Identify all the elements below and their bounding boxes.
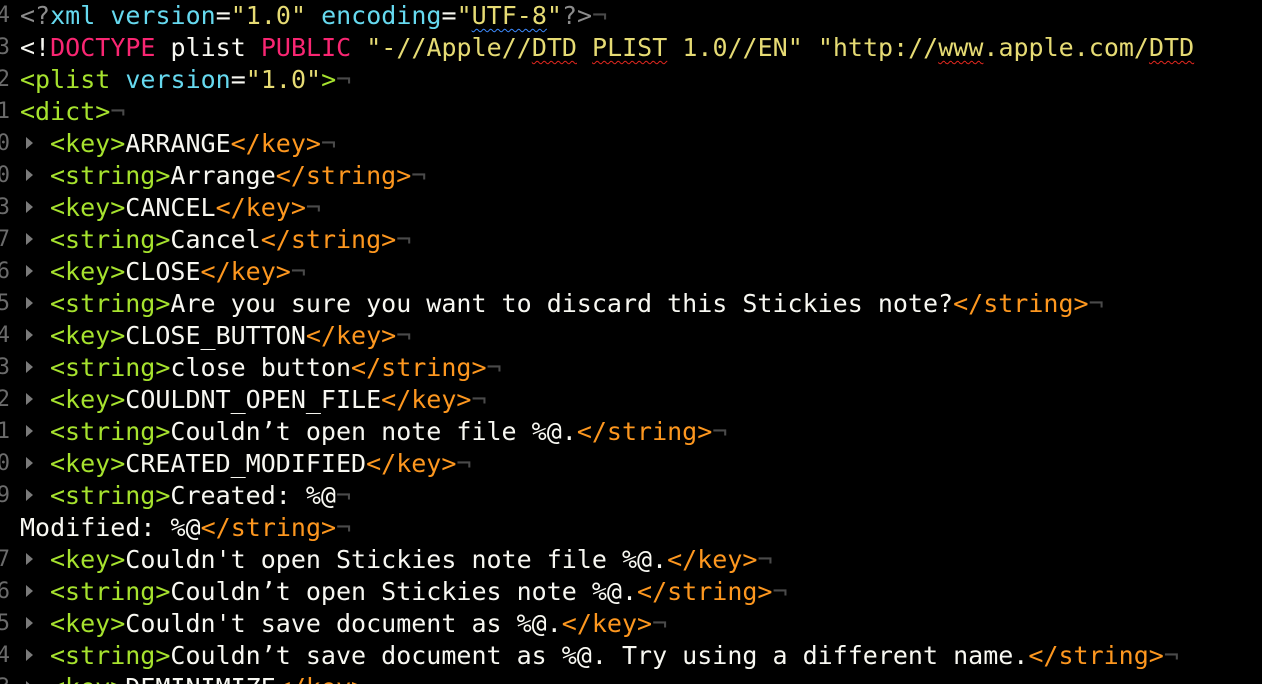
spellcheck-underline: UTF-8 — [471, 1, 547, 30]
fold-arrow-icon[interactable] — [26, 553, 33, 565]
fold-arrow-icon[interactable] — [26, 233, 33, 245]
newline-marker: ¬ — [592, 1, 608, 30]
code-line: 9 <string>Created: %@¬ — [0, 481, 352, 510]
line-number: 3 — [0, 35, 10, 60]
fold-arrow-icon[interactable] — [26, 617, 33, 629]
spellcheck-underline: PLIST — [592, 33, 668, 62]
fold-arrow-icon[interactable] — [26, 649, 33, 661]
code-line: 3 <key>DEMINIMIZE</key> — [0, 672, 366, 684]
code-line: 5 <string>Are you sure you want to disca… — [0, 289, 1104, 318]
spellcheck-underline: DTD — [531, 33, 577, 62]
fold-arrow-icon[interactable] — [26, 297, 33, 309]
code-line: 4 <string>Couldn’t save document as %@. … — [0, 641, 1179, 670]
code-line: 5 <key>Couldn't save document as %@.</ke… — [0, 609, 668, 638]
fold-arrow-icon[interactable] — [26, 169, 33, 181]
code-line: 0 <string>Arrange</string>¬ — [0, 161, 427, 190]
code-line: 1 <string>Couldn’t open note file %@.</s… — [0, 417, 728, 446]
line-number: 1 — [0, 99, 10, 124]
line-number: 4 — [0, 3, 10, 28]
code-line: 3 <string>close button</string>¬ — [0, 353, 502, 382]
fold-arrow-icon[interactable] — [26, 361, 33, 373]
spellcheck-underline: DTD — [1148, 33, 1195, 62]
fold-arrow-icon[interactable] — [26, 265, 33, 277]
line-number: 2 — [0, 67, 10, 92]
fold-arrow-icon[interactable] — [26, 425, 33, 437]
code-line: 7 <string>Cancel</string>¬ — [0, 225, 412, 254]
code-line-2: 3 <!DOCTYPE plist PUBLIC "-//Apple//DTD … — [0, 32, 1194, 64]
fold-arrow-icon[interactable] — [26, 201, 33, 213]
spellcheck-underline: www — [938, 33, 984, 62]
fold-arrow-icon[interactable] — [26, 457, 33, 469]
code-editor[interactable]: 4 <?xml version="1.0" encoding="UTF-8"?>… — [0, 0, 1262, 684]
fold-arrow-icon[interactable] — [26, 489, 33, 501]
code-line-continuation: Modified: %@</string>¬ — [20, 513, 352, 542]
code-line: 6 <string>Couldn’t open Stickies note %@… — [0, 577, 788, 606]
code-line-4: 1 <dict>¬ — [0, 96, 125, 128]
code-line: 0 <key>CREATED_MODIFIED</key>¬ — [0, 449, 472, 478]
fold-arrow-icon[interactable] — [26, 585, 33, 597]
code-line: 7 <key>Couldn't open Stickies note file … — [0, 545, 773, 574]
fold-arrow-icon[interactable] — [26, 137, 33, 149]
code-line: 0 <key>ARRANGE</key>¬ — [0, 129, 336, 158]
fold-arrow-icon[interactable] — [26, 393, 33, 405]
code-line-3: 2 <plist version="1.0">¬ — [0, 64, 351, 96]
code-line: 6 <key>CLOSE</key>¬ — [0, 257, 306, 286]
code-line: 4 <key>CLOSE_BUTTON</key>¬ — [0, 321, 412, 350]
code-line-1: 4 <?xml version="1.0" encoding="UTF-8"?>… — [0, 0, 607, 32]
fold-arrow-icon[interactable] — [26, 329, 33, 341]
code-line: 3 <key>CANCEL</key>¬ — [0, 193, 321, 222]
code-line: 2 <key>COULDNT_OPEN_FILE</key>¬ — [0, 385, 487, 414]
